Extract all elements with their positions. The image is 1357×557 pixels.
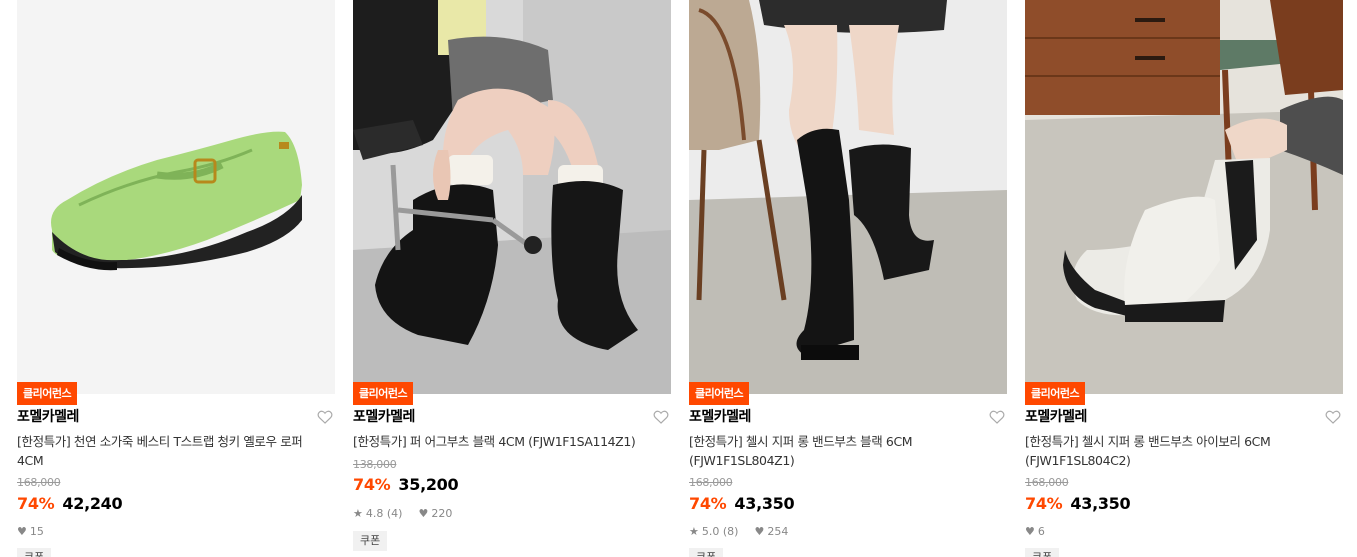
product-title[interactable]: [한정특가] 퍼 어그부츠 블랙 4CM (FJW1F1SA114Z1) (353, 432, 665, 451)
like-count: 15 (29, 525, 44, 538)
coupon-tag: 쿠폰 (353, 531, 388, 551)
clearance-badge: 클리어런스 (689, 382, 750, 405)
product-card[interactable]: 클리어런스 포멜카멜레 [한정특가] 천연 소가죽 베스티 T스트랩 청키 옐로… (17, 0, 335, 557)
brand-name[interactable]: 포멜카멜레 (689, 407, 751, 427)
sale-price: 43,350 (1070, 494, 1131, 513)
product-card[interactable]: 클리어런스 포멜카멜레 [한정특가] 첼시 지퍼 롱 밴드부츠 아이보리 6CM… (1025, 0, 1343, 557)
product-card[interactable]: 클리어런스 포멜카멜레 [한정특가] 퍼 어그부츠 블랙 4CM (FJW1F1… (353, 0, 671, 557)
discount-rate: 74% (689, 494, 727, 513)
wishlist-heart-icon[interactable] (989, 409, 1005, 425)
like-count: 254 (767, 525, 789, 538)
coupon-tag: 쿠폰 (17, 548, 52, 557)
product-title[interactable]: [한정특가] 첼시 지퍼 롱 밴드부츠 블랙 6CM (FJW1F1SL804Z… (689, 432, 1001, 470)
wishlist-heart-icon[interactable] (317, 409, 333, 425)
coupon-tag: 쿠폰 (689, 548, 724, 557)
product-card[interactable]: 클리어런스 포멜카멜레 [한정특가] 첼시 지퍼 롱 밴드부츠 블랙 6CM (… (689, 0, 1007, 557)
heart-icon: ♥ (1025, 525, 1035, 538)
brand-name[interactable]: 포멜카멜레 (1025, 407, 1087, 427)
like-count: 220 (431, 507, 453, 520)
product-meta: ♥ 6 (1025, 525, 1045, 538)
sale-price: 35,200 (398, 475, 459, 494)
wishlist-heart-icon[interactable] (653, 409, 669, 425)
product-meta: ★ 4.8 (4) ♥ 220 (353, 507, 452, 520)
coupon-tag: 쿠폰 (1025, 548, 1060, 557)
price-row: 74% 43,350 (689, 493, 795, 515)
original-price: 168,000 (17, 476, 61, 489)
like-count: 6 (1037, 525, 1045, 538)
product-image[interactable] (689, 0, 1007, 394)
sale-price: 43,350 (734, 494, 795, 513)
product-image[interactable] (353, 0, 671, 394)
discount-rate: 74% (353, 475, 391, 494)
brand-name[interactable]: 포멜카멜레 (353, 407, 415, 427)
product-image[interactable] (1025, 0, 1343, 394)
star-icon: ★ (353, 507, 363, 520)
product-meta: ♥ 15 (17, 525, 44, 538)
brand-name[interactable]: 포멜카멜레 (17, 407, 79, 427)
rating: 5.0 (8) (701, 525, 739, 538)
product-image[interactable] (17, 0, 335, 394)
price-row: 74% 43,350 (1025, 493, 1131, 515)
clearance-badge: 클리어런스 (353, 382, 414, 405)
original-price: 138,000 (353, 458, 397, 471)
star-icon: ★ (689, 525, 699, 538)
discount-rate: 74% (17, 494, 55, 513)
heart-icon: ♥ (17, 525, 27, 538)
product-meta: ★ 5.0 (8) ♥ 254 (689, 525, 788, 538)
clearance-badge: 클리어런스 (17, 382, 78, 405)
product-title[interactable]: [한정특가] 첼시 지퍼 롱 밴드부츠 아이보리 6CM (FJW1F1SL80… (1025, 432, 1337, 470)
original-price: 168,000 (1025, 476, 1069, 489)
price-row: 74% 42,240 (17, 493, 123, 515)
rating: 4.8 (4) (365, 507, 403, 520)
heart-icon: ♥ (754, 525, 765, 538)
product-title[interactable]: [한정특가] 천연 소가죽 베스티 T스트랩 청키 옐로우 로퍼 4CM (17, 432, 329, 470)
clearance-badge: 클리어런스 (1025, 382, 1086, 405)
sale-price: 42,240 (62, 494, 123, 513)
original-price: 168,000 (689, 476, 733, 489)
price-row: 74% 35,200 (353, 474, 459, 496)
discount-rate: 74% (1025, 494, 1063, 513)
heart-icon: ♥ (418, 507, 429, 520)
wishlist-heart-icon[interactable] (1325, 409, 1341, 425)
